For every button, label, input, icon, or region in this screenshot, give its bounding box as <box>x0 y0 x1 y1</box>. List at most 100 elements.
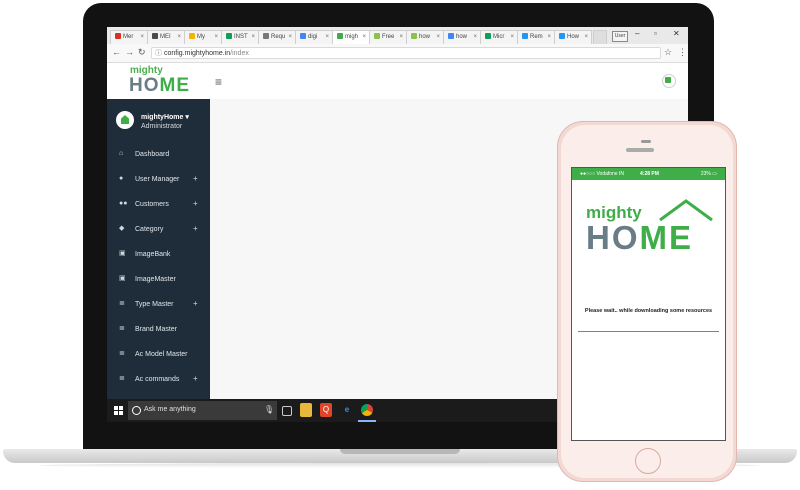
browser-tab[interactable]: My × <box>184 30 222 44</box>
sidebar-item[interactable]: ≣ Ac Model Master <box>107 343 210 367</box>
tab-label: MEI <box>160 34 171 40</box>
close-window-icon[interactable]: ✕ <box>673 29 680 38</box>
play-icon <box>485 33 491 39</box>
sidebar-item[interactable]: ⌂ Dashboard <box>107 143 210 167</box>
minimize-icon[interactable]: – <box>635 29 639 38</box>
loading-icon <box>522 33 528 39</box>
browser-tab[interactable]: Rem × <box>517 30 555 44</box>
browser-tab[interactable]: How × <box>554 30 592 44</box>
sidebar-item[interactable]: ▣ ImageMaster <box>107 268 210 292</box>
home-icon: ⌂ <box>119 150 124 157</box>
browser-tab[interactable]: Mer × <box>110 30 148 44</box>
sidebar-item[interactable]: ● User Manager + <box>107 168 210 192</box>
sidebar-item-label: ImageMaster <box>135 276 176 283</box>
google-icon <box>448 33 454 39</box>
close-tab-icon[interactable]: × <box>362 31 366 44</box>
expand-plus-icon[interactable]: + <box>193 224 198 233</box>
app-header: mighty HOME ≡ <box>107 63 688 100</box>
url-input[interactable]: ⓘ config.mightyhome.in/index <box>151 47 661 59</box>
phone-mightyhome-logo: mighty HOME <box>586 204 693 254</box>
browser-tab[interactable]: INST × <box>221 30 259 44</box>
close-tab-icon[interactable]: × <box>584 31 588 44</box>
sidebar-item[interactable]: ◆ Category + <box>107 218 210 242</box>
phone-logo-big: HOME <box>586 219 693 256</box>
sidebar-item[interactable]: ●● Customers + <box>107 193 210 217</box>
tab-label: INST <box>234 34 248 40</box>
close-tab-icon[interactable]: × <box>288 31 292 44</box>
user-avatar[interactable] <box>116 111 134 129</box>
close-tab-icon[interactable]: × <box>140 31 144 44</box>
browser-tab[interactable]: MEI × <box>147 30 185 44</box>
info-icon[interactable]: ⓘ <box>155 48 162 60</box>
profile-chip[interactable]: User <box>612 31 628 42</box>
reload-icon[interactable]: ↻ <box>138 47 146 58</box>
browser-tab[interactable]: how × <box>443 30 481 44</box>
sidebar: mightyHome ▾ Administrator ⌂ Dashboard ● Us… <box>107 99 210 399</box>
close-tab-icon[interactable]: × <box>325 31 329 44</box>
edge-icon[interactable]: e <box>341 403 353 417</box>
browser-tab[interactable]: Requ × <box>258 30 296 44</box>
close-tab-icon[interactable]: × <box>399 31 403 44</box>
maximize-icon[interactable]: ▫ <box>654 29 657 38</box>
header-avatar[interactable] <box>662 74 676 88</box>
close-tab-icon[interactable]: × <box>214 31 218 44</box>
close-tab-icon[interactable]: × <box>510 31 514 44</box>
microphone-icon[interactable]: 🎙 <box>264 405 274 414</box>
expand-plus-icon[interactable]: + <box>193 299 198 308</box>
sheets-icon <box>226 33 232 39</box>
battery-indicator: 23% ▭ <box>700 171 717 177</box>
user-name[interactable]: mightyHome ▾ <box>141 113 189 121</box>
list-icon: ≣ <box>119 350 125 357</box>
sidebar-item-label: ImageBank <box>135 251 171 258</box>
windows-start-icon[interactable] <box>114 406 123 415</box>
logo-big-text: HOME <box>129 75 190 96</box>
back-icon[interactable]: ← <box>112 47 121 57</box>
address-bar: ← → ↻ ⓘ config.mightyhome.in/index ☆ ⋮ <box>107 44 688 63</box>
expand-plus-icon[interactable]: + <box>193 374 198 383</box>
browser-tab[interactable]: how × <box>406 30 444 44</box>
expand-plus-icon[interactable]: + <box>193 199 198 208</box>
tab-label: how <box>456 34 468 40</box>
task-view-icon[interactable] <box>282 406 292 416</box>
bookmark-star-icon[interactable]: ☆ <box>664 47 672 58</box>
phone-home-button[interactable] <box>635 448 661 474</box>
expand-plus-icon[interactable]: + <box>193 174 198 183</box>
google-icon <box>300 33 306 39</box>
image-icon: ▣ <box>119 275 126 282</box>
new-tab-button[interactable] <box>593 30 607 44</box>
url-path: /index <box>230 50 249 57</box>
close-tab-icon[interactable]: × <box>436 31 440 44</box>
browser-menu-icon[interactable]: ⋮ <box>678 47 687 58</box>
sidebar-item[interactable]: ≣ Brand Master <box>107 318 210 342</box>
close-tab-icon[interactable]: × <box>473 31 477 44</box>
gmail-icon <box>115 33 121 39</box>
tab-label: Requ <box>271 34 286 40</box>
chat-icon <box>411 33 417 39</box>
list-icon: ≣ <box>119 375 125 382</box>
chrome-icon[interactable] <box>361 404 373 416</box>
file-explorer-icon[interactable] <box>300 403 312 417</box>
mightyhome-icon <box>337 33 343 39</box>
browser-tab[interactable]: Free × <box>369 30 407 44</box>
sidebar-item[interactable]: ≣ Type Master + <box>107 293 210 317</box>
forward-icon[interactable]: → <box>125 47 134 57</box>
close-tab-icon[interactable]: × <box>177 31 181 44</box>
browser-tab[interactable]: migh × <box>332 30 370 44</box>
phone-screen: ●●○○○ Vodafone IN 4:28 PM 23% ▭ mighty H… <box>571 167 726 441</box>
sidebar-item-label: Dashboard <box>135 151 170 158</box>
close-tab-icon[interactable]: × <box>251 31 255 44</box>
sidebar-item[interactable]: ≣ Ac commands + <box>107 368 210 392</box>
user-panel: mightyHome ▾ Administrator <box>107 99 210 143</box>
sidebar-item[interactable]: ▣ ImageBank <box>107 243 210 267</box>
close-tab-icon[interactable]: × <box>547 31 551 44</box>
people-icon: ●● <box>119 200 128 207</box>
browser-tab[interactable]: digi × <box>295 30 333 44</box>
browser-tab[interactable]: Micr × <box>480 30 518 44</box>
sidebar-item-label: Brand Master <box>135 326 178 333</box>
taskbar-search-input[interactable]: Ask me anything 🎙 <box>128 401 277 420</box>
page-icon <box>263 33 269 39</box>
mightyhome-logo[interactable]: mighty HOME <box>129 66 190 96</box>
quickbooks-icon[interactable]: Q <box>320 403 332 417</box>
hamburger-menu-icon[interactable]: ≡ <box>215 75 222 89</box>
phone-status-bar: ●●○○○ Vodafone IN 4:28 PM 23% ▭ <box>572 168 725 180</box>
